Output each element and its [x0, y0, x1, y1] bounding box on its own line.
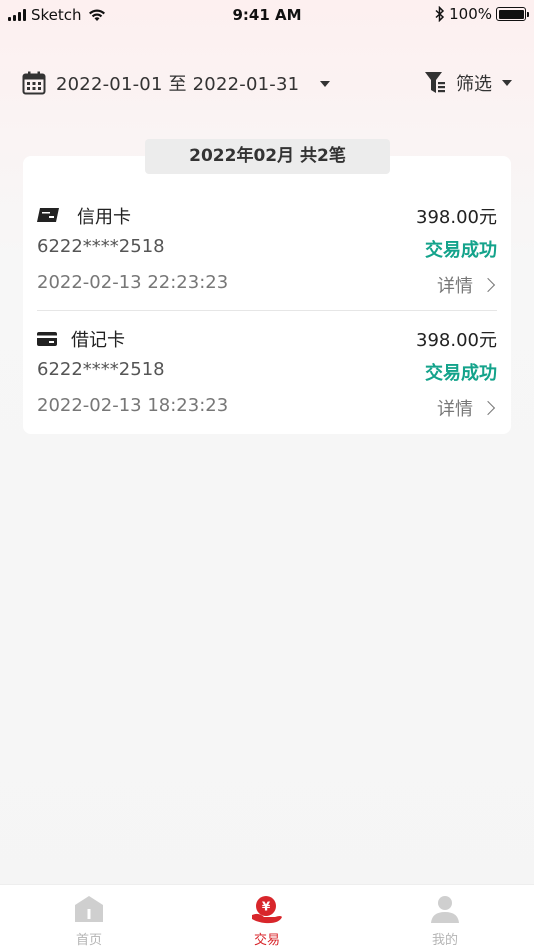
battery-icon [496, 7, 529, 21]
status-badge: 交易成功 [425, 240, 497, 261]
filter-bar: 2022-01-01 至 2022-01-31 筛选 [22, 64, 512, 104]
tab-bar: 首页 ¥ 交易 我的 [0, 884, 534, 950]
filter-label: 筛选 [456, 74, 492, 95]
card-type: 信用卡 [77, 207, 131, 228]
profile-icon [431, 896, 459, 923]
filter-button[interactable]: 筛选 [424, 70, 512, 96]
funnel-icon [425, 72, 445, 93]
caret-down-icon[interactable] [320, 81, 330, 87]
battery-percent: 100% [449, 5, 492, 23]
status-right: 100% [435, 5, 529, 23]
transaction-item[interactable]: 借记卡 398.00元 6222****2518 交易成功 2022-02-13… [37, 323, 497, 425]
detail-label: 详情 [437, 276, 473, 297]
status-badge: 交易成功 [425, 363, 497, 384]
transaction-list-card: 信用卡 398.00元 6222****2518 交易成功 2022-02-13… [23, 156, 511, 434]
chevron-right-icon [480, 277, 496, 293]
status-bar: Sketch 9:41 AM 100% [0, 0, 534, 30]
month-summary: 2022年02月 共2笔 [145, 139, 390, 174]
tab-label: 我的 [431, 933, 458, 948]
tab-label: 交易 [253, 933, 280, 948]
tab-home[interactable]: 首页 [0, 885, 178, 950]
amount: 398.00元 [416, 330, 497, 351]
card-type: 借记卡 [71, 330, 125, 351]
bluetooth-icon [435, 6, 445, 22]
date-range-picker[interactable]: 2022-01-01 至 2022-01-31 [22, 70, 299, 96]
tab-transactions[interactable]: ¥ 交易 [178, 885, 356, 950]
detail-link[interactable]: 详情 [437, 272, 497, 298]
card-number: 6222****2518 [37, 236, 165, 257]
date-range-text: 2022-01-01 至 2022-01-31 [56, 74, 300, 95]
detail-label: 详情 [437, 399, 473, 420]
calendar-icon [22, 71, 46, 95]
unionpay-card-icon [37, 208, 59, 222]
home-icon [75, 896, 103, 922]
caret-down-icon [502, 80, 512, 86]
tab-profile[interactable]: 我的 [356, 885, 534, 950]
transaction-time: 2022-02-13 18:23:23 [37, 395, 229, 416]
svg-text:¥: ¥ [262, 900, 271, 914]
amount: 398.00元 [416, 207, 497, 228]
card-number: 6222****2518 [37, 359, 165, 380]
transaction-icon: ¥ [252, 896, 282, 924]
transaction-item[interactable]: 信用卡 398.00元 6222****2518 交易成功 2022-02-13… [37, 200, 497, 302]
tab-label: 首页 [75, 933, 102, 948]
divider [37, 310, 497, 311]
detail-link[interactable]: 详情 [437, 395, 497, 421]
debit-card-icon [37, 332, 57, 346]
chevron-right-icon [480, 400, 496, 416]
transaction-time: 2022-02-13 22:23:23 [37, 272, 229, 293]
